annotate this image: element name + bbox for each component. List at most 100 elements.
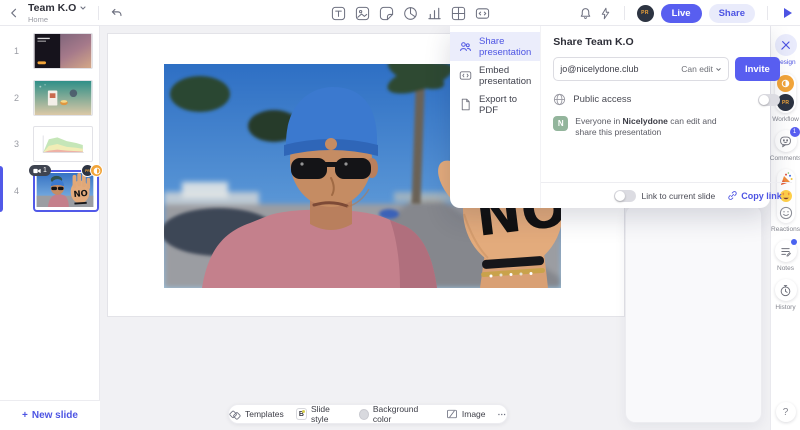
shape-tool-icon[interactable] — [402, 5, 419, 22]
selected-slide-frame[interactable]: 1 PR NO — [29, 164, 103, 212]
live-button[interactable]: Live — [660, 3, 702, 23]
chevron-down-icon — [716, 67, 721, 71]
pdf-document-icon — [459, 98, 472, 111]
recording-badge[interactable]: 1 — [29, 165, 51, 176]
slide-thumbnail-2[interactable] — [33, 80, 93, 116]
public-access-label: Public access — [573, 94, 632, 105]
history-label: History — [775, 304, 796, 311]
history-icon — [780, 284, 791, 296]
active-slide-indicator — [0, 166, 3, 212]
svg-text:NO: NO — [73, 189, 88, 200]
slide-style-button[interactable]: B Slide style — [295, 404, 347, 424]
slide-collaborators[interactable]: PR — [81, 164, 103, 177]
copy-link-label: Copy link — [741, 190, 782, 201]
reactions-label: Reactions — [771, 226, 800, 233]
copy-link-button[interactable]: Copy link — [727, 190, 782, 201]
notes-unread-dot — [790, 239, 797, 245]
side-panel-empty — [625, 205, 762, 423]
people-icon — [459, 40, 472, 53]
slide-thumbnail-4[interactable]: NO — [36, 173, 96, 209]
menu-item-export-pdf[interactable]: Export to PDF — [450, 90, 540, 119]
slide-number: 4 — [13, 186, 19, 196]
templates-label: Templates — [245, 409, 284, 419]
link-icon — [728, 191, 737, 200]
undo-icon[interactable] — [110, 7, 123, 20]
slide-row-1[interactable]: 1 — [0, 33, 100, 69]
slide-row-3[interactable]: 3 — [0, 126, 100, 162]
image-icon — [446, 409, 457, 419]
top-bar: Team K.O Home PR Live Share — [0, 0, 800, 26]
slide-style-icon: B — [295, 408, 307, 420]
org-access-note: Everyone in Nicelydone can edit and shar… — [575, 116, 717, 138]
slide-row-4[interactable]: 4 1 PR NO — [0, 164, 103, 212]
breadcrumb: Home — [28, 14, 49, 24]
embed-icon — [459, 69, 472, 82]
share-button[interactable]: Share — [708, 3, 755, 23]
share-sheet: Share presentation Embed presentation Ex… — [450, 26, 792, 208]
menu-item-label: Export to PDF — [479, 93, 518, 116]
spark-icon[interactable] — [599, 7, 612, 20]
background-color-label: Background color — [372, 404, 419, 424]
user-avatar[interactable]: PR — [636, 4, 654, 22]
notifications-bell-icon[interactable] — [579, 7, 592, 20]
slide-number: 2 — [13, 93, 19, 103]
menu-item-share-presentation[interactable]: Share presentation — [450, 32, 541, 61]
page-title: Team K.O — [28, 2, 77, 14]
slides-panel: 1 2 3 4 1 PR NO + New slide — [0, 26, 103, 430]
history-button[interactable] — [774, 279, 797, 301]
help-button[interactable]: ? — [775, 402, 796, 422]
text-tool-icon[interactable] — [330, 5, 347, 22]
menu-item-label: Embed presentation — [479, 64, 532, 87]
globe-icon — [554, 93, 566, 106]
slide-tools-bar: Templates B Slide style Background color… — [228, 404, 508, 424]
permission-label: Can edit — [681, 64, 713, 74]
email-input[interactable] — [560, 64, 678, 74]
org-name: Nicelydone — [622, 116, 668, 126]
templates-button[interactable]: Templates — [229, 408, 284, 420]
invite-button[interactable]: Invite — [734, 57, 780, 81]
image-button[interactable]: Image — [446, 408, 486, 420]
notes-label: Notes — [777, 265, 794, 272]
share-popover-footer: Link to current slide Copy link — [541, 182, 792, 208]
camera-icon — [33, 168, 41, 173]
embed-tool-icon[interactable] — [474, 5, 491, 22]
document-title-group[interactable]: Team K.O Home — [28, 3, 87, 23]
divider — [767, 6, 768, 20]
divider — [623, 6, 625, 20]
image-label: Image — [461, 409, 486, 419]
chart-tool-icon[interactable] — [426, 5, 443, 22]
insert-toolbar — [330, 0, 491, 26]
slide-style-label: Slide style — [310, 404, 330, 424]
table-tool-icon[interactable] — [450, 5, 467, 22]
slide-number: 3 — [13, 139, 19, 149]
share-popover-title: Share Team K.O — [553, 36, 634, 48]
link-to-slide-toggle[interactable] — [613, 189, 636, 202]
present-play-button[interactable] — [784, 8, 792, 18]
invite-email-field[interactable]: Can edit — [553, 57, 729, 81]
camera-count: 1 — [43, 167, 47, 174]
slide-number: 1 — [13, 46, 19, 56]
menu-item-label: Share presentation — [479, 35, 532, 58]
image-tool-icon[interactable] — [354, 5, 371, 22]
menu-item-embed-presentation[interactable]: Embed presentation — [450, 61, 540, 90]
sticker-tool-icon[interactable] — [378, 5, 395, 22]
permission-dropdown[interactable]: Can edit — [681, 64, 722, 74]
public-access-toggle[interactable] — [757, 93, 780, 106]
background-color-icon — [358, 408, 369, 420]
org-avatar: N — [553, 116, 569, 131]
notes-button[interactable] — [774, 239, 797, 262]
share-popover: Share Team K.O Can edit Invite Public ac… — [541, 26, 792, 208]
plus-icon: + — [22, 410, 28, 421]
slide-thumbnail-1[interactable] — [33, 33, 93, 69]
slide-thumbnail-3[interactable] — [33, 126, 93, 162]
new-slide-button[interactable]: + New slide — [0, 400, 100, 430]
back-icon[interactable] — [8, 7, 20, 19]
divider — [98, 6, 100, 20]
smiley-icon — [779, 206, 792, 220]
link-to-slide-label: Link to current slide — [641, 190, 716, 201]
share-menu: Share presentation Embed presentation Ex… — [450, 26, 542, 208]
workflow-status-icon — [90, 164, 103, 177]
slide-row-2[interactable]: 2 — [0, 80, 100, 116]
more-options-icon[interactable]: ⋯ — [498, 409, 508, 420]
background-color-button[interactable]: Background color — [358, 404, 434, 424]
